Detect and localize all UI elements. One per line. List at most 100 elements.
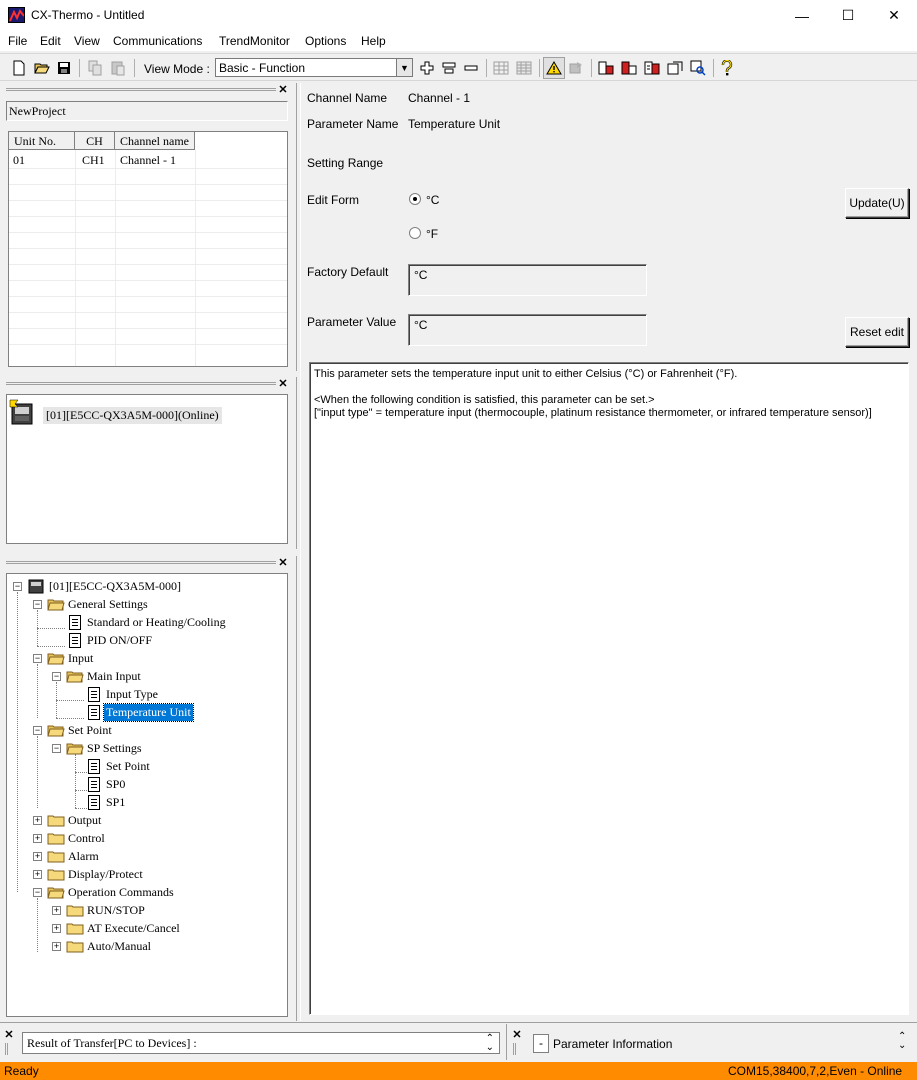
- new-file-icon: [13, 60, 25, 76]
- menu-file[interactable]: File: [8, 34, 27, 48]
- tree-input[interactable]: Input: [68, 651, 93, 666]
- collapse-info-button[interactable]: -: [533, 1034, 549, 1053]
- tree-display-protect[interactable]: Display/Protect: [68, 867, 143, 882]
- menu-edit[interactable]: Edit: [40, 34, 61, 48]
- reset-edit-button[interactable]: Reset edit: [845, 317, 909, 347]
- monitor-button[interactable]: [565, 57, 587, 79]
- menu-trendmonitor[interactable]: TrendMonitor: [219, 34, 290, 48]
- tree-run-stop[interactable]: RUN/STOP: [87, 903, 145, 918]
- expand-toggle[interactable]: +: [33, 816, 42, 825]
- menu-help[interactable]: Help: [361, 34, 386, 48]
- grip-handle[interactable]: [513, 1043, 516, 1055]
- device-settings-button[interactable]: [664, 57, 686, 79]
- tree-general-settings[interactable]: General Settings: [68, 597, 148, 612]
- maximize-button[interactable]: ☐: [825, 0, 871, 31]
- collapse-toggle[interactable]: −: [33, 600, 42, 609]
- spin-icon[interactable]: ⌃ ⌄: [898, 1032, 906, 1051]
- expand-toggle[interactable]: +: [52, 906, 61, 915]
- parameter-value-field[interactable]: °C: [408, 314, 647, 346]
- tree-operation-commands[interactable]: Operation Commands: [68, 885, 174, 900]
- new-file-button[interactable]: [8, 57, 30, 79]
- tree-pid-onoff[interactable]: PID ON/OFF: [87, 633, 152, 648]
- unit-grid[interactable]: Unit No. CH Channel name 01 CH1 Channel …: [8, 131, 288, 367]
- radio-fahrenheit[interactable]: [409, 227, 421, 239]
- expand-toggle[interactable]: +: [33, 852, 42, 861]
- chevron-down-icon[interactable]: ▼: [396, 59, 412, 76]
- collapse-toggle[interactable]: −: [33, 654, 42, 663]
- menu-options[interactable]: Options: [305, 34, 346, 48]
- tree-sp-settings[interactable]: SP Settings: [87, 741, 142, 756]
- parameter-information-label: Parameter Information: [553, 1037, 673, 1051]
- tree-sp1[interactable]: SP1: [106, 795, 125, 810]
- tree-root[interactable]: [01][E5CC-QX3A5M-000]: [49, 579, 181, 594]
- collapse-toggle[interactable]: −: [52, 672, 61, 681]
- table-view-button[interactable]: [490, 57, 512, 79]
- find-button[interactable]: [687, 57, 709, 79]
- tree-main-input[interactable]: Main Input: [87, 669, 141, 684]
- radio-fahrenheit-label[interactable]: °F: [426, 227, 438, 241]
- tree-set-point-item[interactable]: Set Point: [106, 759, 150, 774]
- help-button[interactable]: [716, 57, 738, 79]
- compare-button[interactable]: [641, 57, 663, 79]
- copy-button[interactable]: [84, 57, 106, 79]
- transfer-to-device-button[interactable]: [595, 57, 617, 79]
- tree-at-execute[interactable]: AT Execute/Cancel: [87, 921, 180, 936]
- tree-sp0[interactable]: SP0: [106, 777, 125, 792]
- menu-view[interactable]: View: [74, 34, 100, 48]
- warning-button[interactable]: [543, 57, 565, 79]
- project-name[interactable]: NewProject: [6, 101, 288, 121]
- device-label[interactable]: [01][E5CC-QX3A5M-000](Online): [43, 407, 222, 424]
- row-ch[interactable]: CH1: [82, 153, 105, 168]
- collapse-toggle[interactable]: −: [13, 582, 22, 591]
- remove-button[interactable]: [460, 57, 482, 79]
- expand-toggle[interactable]: +: [52, 942, 61, 951]
- tree-standard-heating[interactable]: Standard or Heating/Cooling: [87, 615, 226, 630]
- tree-input-type[interactable]: Input Type: [106, 687, 158, 702]
- update-button[interactable]: Update(U): [845, 188, 909, 218]
- open-button[interactable]: [31, 57, 53, 79]
- spin-icon[interactable]: ⌃ ⌄: [486, 1034, 494, 1053]
- close-panel-icon[interactable]: ✕: [512, 1030, 522, 1041]
- close-panel-icon[interactable]: ✕: [278, 85, 288, 96]
- header-ch[interactable]: CH: [75, 132, 115, 150]
- grip-handle[interactable]: [5, 1043, 8, 1055]
- grid-icon: [516, 61, 532, 75]
- header-unit-no[interactable]: Unit No.: [9, 132, 75, 150]
- save-button[interactable]: [53, 57, 75, 79]
- paste-button[interactable]: [107, 57, 129, 79]
- grid-view-button[interactable]: [513, 57, 535, 79]
- expand-toggle[interactable]: +: [33, 834, 42, 843]
- insert-button[interactable]: [438, 57, 460, 79]
- transfer-from-device-button[interactable]: [618, 57, 640, 79]
- parameter-tree[interactable]: − [01][E5CC-QX3A5M-000] − General Settin…: [6, 573, 288, 1017]
- collapse-toggle[interactable]: −: [33, 888, 42, 897]
- tree-set-point[interactable]: Set Point: [68, 723, 112, 738]
- collapse-toggle[interactable]: −: [52, 744, 61, 753]
- parameter-value-label: Parameter Value: [307, 315, 397, 329]
- transfer-result-field[interactable]: Result of Transfer[PC to Devices] : ⌃ ⌄: [22, 1032, 500, 1054]
- tree-alarm[interactable]: Alarm: [68, 849, 99, 864]
- menu-communications[interactable]: Communications: [113, 34, 202, 48]
- factory-default-field: °C: [408, 264, 647, 296]
- add-button[interactable]: [416, 57, 438, 79]
- radio-celsius[interactable]: [409, 193, 421, 205]
- expand-toggle[interactable]: +: [52, 924, 61, 933]
- close-panel-icon[interactable]: ✕: [4, 1030, 14, 1041]
- expand-toggle[interactable]: +: [33, 870, 42, 879]
- row-unit-no[interactable]: 01: [13, 153, 25, 168]
- close-panel-icon[interactable]: ✕: [278, 558, 288, 569]
- tree-control[interactable]: Control: [68, 831, 105, 846]
- close-button[interactable]: ✕: [871, 0, 917, 31]
- row-channel-name[interactable]: Channel - 1: [120, 153, 176, 168]
- minimize-button[interactable]: —: [779, 0, 825, 31]
- radio-celsius-label[interactable]: °C: [426, 193, 439, 207]
- tree-auto-manual[interactable]: Auto/Manual: [87, 939, 151, 954]
- close-panel-icon[interactable]: ✕: [278, 379, 288, 390]
- device-list[interactable]: [01][E5CC-QX3A5M-000](Online): [6, 394, 288, 544]
- view-mode-select[interactable]: Basic - Function ▼: [215, 58, 413, 77]
- close-icon: ✕: [888, 7, 900, 23]
- tree-output[interactable]: Output: [68, 813, 101, 828]
- tree-temperature-unit[interactable]: Temperature Unit: [103, 703, 194, 722]
- header-channel-name[interactable]: Channel name: [115, 132, 195, 150]
- collapse-toggle[interactable]: −: [33, 726, 42, 735]
